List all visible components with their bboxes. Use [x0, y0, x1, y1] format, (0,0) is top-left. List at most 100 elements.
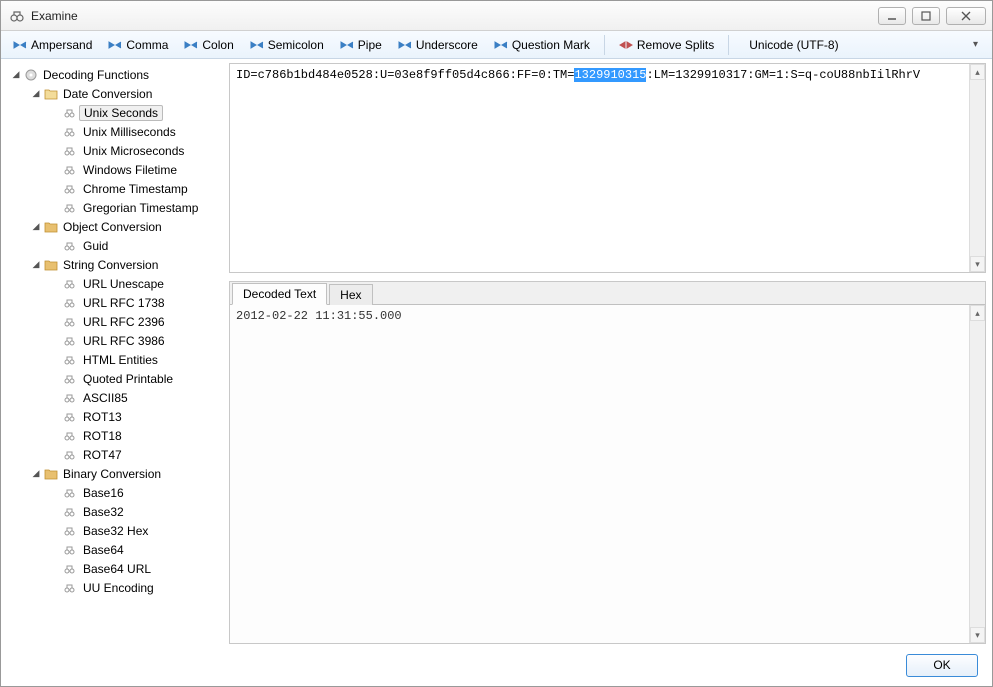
remove-splits-button[interactable]: Remove Splits — [613, 36, 720, 54]
tree-item[interactable]: Unix Seconds — [7, 103, 223, 122]
ok-button[interactable]: OK — [906, 654, 978, 677]
tree-node-icon — [63, 523, 79, 539]
expand-icon[interactable]: ◢ — [29, 468, 43, 479]
tree-node-label: Date Conversion — [63, 87, 152, 101]
tree-item[interactable]: Quoted Printable — [7, 369, 223, 388]
input-selection: 1329910315 — [574, 68, 646, 82]
tree-group[interactable]: ◢Object Conversion — [7, 217, 223, 236]
decoded-output[interactable]: 2012-02-22 11:31:55.000 — [230, 305, 969, 643]
expand-icon[interactable]: ◢ — [29, 88, 43, 99]
input-pre: ID=c786b1bd484e0528:U=03e8f9ff05d4c866:F… — [236, 68, 574, 82]
scrollbar[interactable]: ▴ ▾ — [969, 64, 985, 272]
tree-item[interactable]: UU Encoding — [7, 578, 223, 597]
titlebar: Examine — [1, 1, 992, 31]
expand-icon[interactable]: ◢ — [29, 221, 43, 232]
button-label: Comma — [126, 38, 168, 52]
tree-node-icon — [63, 580, 79, 596]
toolbar-separator — [604, 35, 605, 55]
input-pane[interactable]: ID=c786b1bd484e0528:U=03e8f9ff05d4c866:F… — [229, 63, 986, 273]
split-ampersand-button[interactable]: Ampersand — [7, 36, 98, 54]
button-label: Pipe — [358, 38, 382, 52]
expand-icon[interactable]: ◢ — [9, 69, 23, 80]
tree-item[interactable]: Base32 — [7, 502, 223, 521]
split-icon — [184, 38, 198, 52]
tree-node-icon — [63, 371, 79, 387]
tree-node-label: Unix Milliseconds — [83, 125, 176, 139]
tree-item[interactable]: Base16 — [7, 483, 223, 502]
encoding-dropdown[interactable]: ▾ — [745, 35, 986, 55]
tree-node-icon — [63, 143, 79, 159]
tree-item[interactable]: URL RFC 1738 — [7, 293, 223, 312]
tree-panel[interactable]: ◢Decoding Functions◢Date ConversionUnix … — [7, 63, 223, 644]
tree-group[interactable]: ◢ Date Conversion — [7, 84, 223, 103]
tree-node-label: Binary Conversion — [63, 467, 161, 481]
minimize-button[interactable] — [878, 7, 906, 25]
scroll-up-icon[interactable]: ▴ — [970, 305, 985, 321]
split-colon-button[interactable]: Colon — [178, 36, 239, 54]
tree-root[interactable]: ◢Decoding Functions — [7, 65, 223, 84]
tree-item[interactable]: Base64 URL — [7, 559, 223, 578]
tree-node-icon — [63, 390, 79, 406]
encoding-value[interactable] — [745, 35, 965, 55]
tree-item[interactable]: Guid — [7, 236, 223, 255]
tree-node-label: Unix Microseconds — [83, 144, 184, 158]
tree-node-icon — [63, 561, 79, 577]
tree-node-label: UU Encoding — [83, 581, 154, 595]
button-label: Ampersand — [31, 38, 92, 52]
tree-node-label: Chrome Timestamp — [83, 182, 188, 196]
tree-node-label: Base32 Hex — [83, 524, 148, 538]
tree-item[interactable]: Windows Filetime — [7, 160, 223, 179]
tree-item[interactable]: ROT13 — [7, 407, 223, 426]
input-post: :LM=1329910317:GM=1:S=q-coU88nbIilRhrV — [646, 68, 920, 82]
tree-item[interactable]: ASCII85 — [7, 388, 223, 407]
tree-node-icon — [43, 86, 59, 102]
tree-item[interactable]: HTML Entities — [7, 350, 223, 369]
tree-node-label: Gregorian Timestamp — [83, 201, 198, 215]
tree-item[interactable]: URL Unescape — [7, 274, 223, 293]
toolbar-separator — [728, 35, 729, 55]
tree-node-icon — [63, 276, 79, 292]
tree-node-label: Base64 — [83, 543, 124, 557]
tree-node-icon — [43, 466, 59, 482]
tree-item[interactable]: Unix Microseconds — [7, 141, 223, 160]
split-underscore-button[interactable]: Underscore — [392, 36, 484, 54]
tree-node-label: Guid — [83, 239, 108, 253]
tree-item[interactable]: ROT47 — [7, 445, 223, 464]
workarea: ◢Decoding Functions◢Date ConversionUnix … — [1, 59, 992, 644]
tree-item[interactable]: ROT18 — [7, 426, 223, 445]
scroll-down-icon[interactable]: ▾ — [970, 627, 985, 643]
tree-node-icon — [43, 257, 59, 273]
maximize-button[interactable] — [912, 7, 940, 25]
tree-node-icon — [43, 219, 59, 235]
tree-node-icon — [63, 352, 79, 368]
tree-item[interactable]: Chrome Timestamp — [7, 179, 223, 198]
tree-item[interactable]: Base32 Hex — [7, 521, 223, 540]
tree-item[interactable]: Base64 — [7, 540, 223, 559]
scroll-down-icon[interactable]: ▾ — [970, 256, 985, 272]
scroll-up-icon[interactable]: ▴ — [970, 64, 985, 80]
tab-hex[interactable]: Hex — [329, 284, 372, 305]
scrollbar[interactable]: ▴ ▾ — [969, 305, 985, 643]
tree-item[interactable]: Gregorian Timestamp — [7, 198, 223, 217]
tree-item[interactable]: URL RFC 3986 — [7, 331, 223, 350]
expand-icon[interactable]: ◢ — [29, 259, 43, 270]
split-question-button[interactable]: Question Mark — [488, 36, 596, 54]
tree-node-label: Base32 — [83, 505, 124, 519]
merge-icon — [619, 38, 633, 52]
split-icon — [250, 38, 264, 52]
tree-group[interactable]: ◢String Conversion — [7, 255, 223, 274]
close-button[interactable] — [946, 7, 986, 25]
tree-item[interactable]: Unix Milliseconds — [7, 122, 223, 141]
output-area: Decoded Text Hex 2012-02-22 11:31:55.000… — [229, 281, 986, 644]
split-pipe-button[interactable]: Pipe — [334, 36, 388, 54]
split-comma-button[interactable]: Comma — [102, 36, 174, 54]
input-text[interactable]: ID=c786b1bd484e0528:U=03e8f9ff05d4c866:F… — [230, 64, 969, 272]
tree-group[interactable]: ◢ Binary Conversion — [7, 464, 223, 483]
chevron-down-icon: ▾ — [965, 39, 986, 50]
tree-node-label: Base16 — [83, 486, 124, 500]
tab-decoded-text[interactable]: Decoded Text — [232, 283, 327, 305]
tree-item[interactable]: URL RFC 2396 — [7, 312, 223, 331]
split-semicolon-button[interactable]: Semicolon — [244, 36, 330, 54]
app-icon — [9, 8, 25, 24]
tree-node-icon — [23, 67, 39, 83]
